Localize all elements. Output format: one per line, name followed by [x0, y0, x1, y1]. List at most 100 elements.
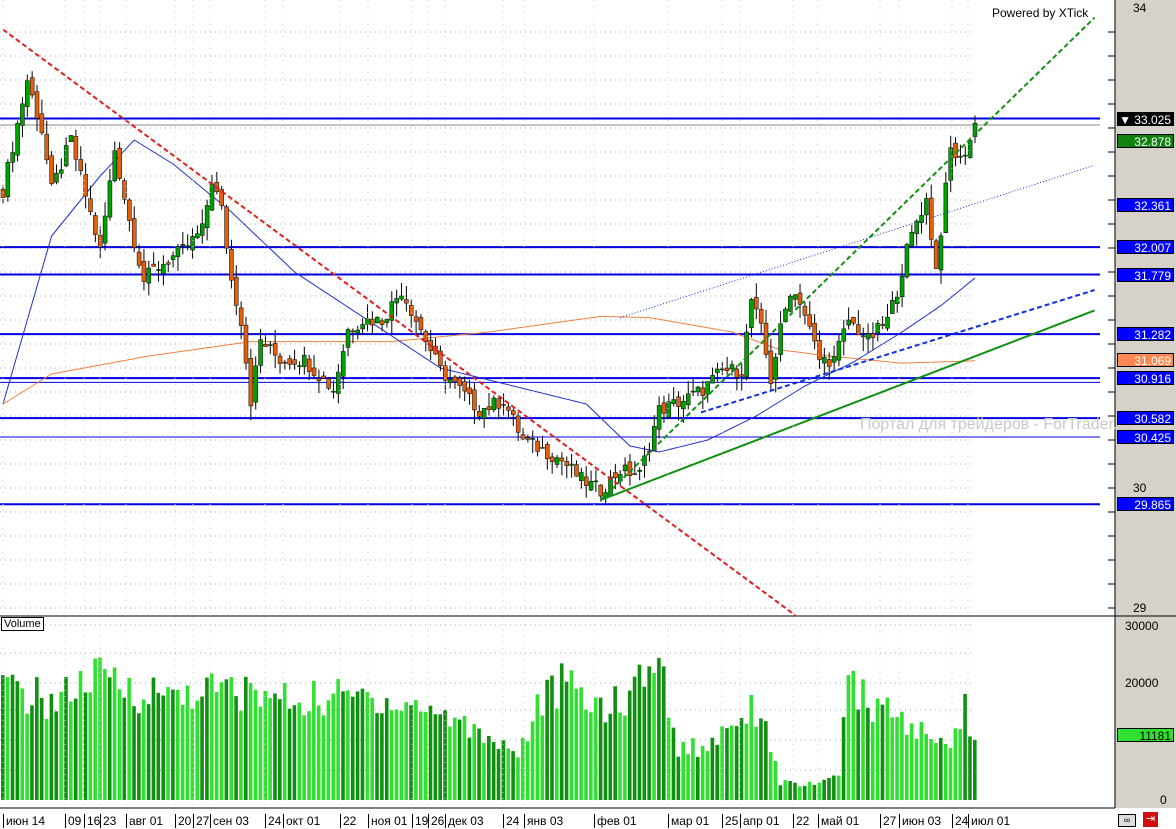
- candle-body: [204, 205, 210, 229]
- volume-bar: [545, 679, 549, 800]
- date-label: 27: [193, 814, 209, 828]
- candle-body: [102, 215, 108, 244]
- volume-bar: [875, 698, 880, 800]
- volume-bar: [219, 682, 224, 800]
- volume-bar: [934, 743, 938, 800]
- candle-body: [93, 215, 98, 235]
- volume-bar: [914, 738, 919, 800]
- candle-body: [292, 359, 297, 365]
- candle-body: [700, 387, 706, 396]
- candle-body: [457, 377, 463, 386]
- watermark: Портал для трейдеров - ForTrader.ru: [860, 416, 1132, 433]
- volume-bar: [739, 718, 744, 800]
- volume-bar: [44, 718, 49, 800]
- candle-body: [525, 437, 531, 440]
- candle-body: [817, 339, 822, 360]
- candle-body: [238, 307, 244, 326]
- volume-bar: [161, 695, 165, 800]
- candle-body: [209, 183, 215, 211]
- candle-body: [836, 340, 842, 361]
- volume-bar: [180, 704, 185, 800]
- volume-bar: [832, 775, 836, 800]
- volume-bar: [224, 679, 229, 800]
- date-label: май 01: [818, 814, 859, 828]
- volume-bar: [822, 779, 826, 800]
- candle-body: [374, 316, 380, 324]
- volume-bar: [297, 702, 302, 800]
- candle-body: [666, 401, 672, 418]
- volume-bar: [866, 707, 870, 800]
- volume-bar: [695, 756, 700, 800]
- volume-bar: [355, 691, 360, 800]
- candle-body: [5, 161, 11, 198]
- volume-bar: [861, 679, 865, 800]
- candle-body: [321, 375, 327, 379]
- volume-bar: [331, 693, 336, 800]
- volume-bar: [958, 729, 963, 800]
- candle-body: [350, 330, 356, 333]
- volume-bar: [846, 675, 851, 800]
- price-tick-29: 29: [1133, 601, 1147, 615]
- candle-body: [156, 269, 161, 271]
- volume-bar: [491, 742, 496, 800]
- link-icon[interactable]: ∞: [1118, 814, 1136, 827]
- candle-body: [909, 231, 915, 247]
- volume-bar: [312, 680, 316, 800]
- volume-bar: [768, 751, 773, 800]
- price-volume-chart[interactable]: [0, 0, 1176, 829]
- volume-bar: [705, 751, 710, 800]
- price-tick-34: 34: [1133, 1, 1147, 15]
- volume-bar: [248, 683, 253, 800]
- candle-body: [598, 484, 604, 497]
- candle-body: [661, 402, 667, 414]
- candle-body: [758, 309, 764, 324]
- candle-body: [10, 152, 15, 163]
- candle-body: [263, 344, 268, 347]
- volume-bar: [316, 705, 321, 800]
- candle-body: [686, 393, 691, 406]
- candle-body: [724, 367, 730, 371]
- volume-bar: [457, 719, 462, 800]
- volume-bar: [278, 699, 282, 800]
- candle-body: [530, 438, 535, 440]
- candle-body: [958, 155, 963, 158]
- volume-bar: [448, 726, 452, 800]
- volume-bar: [487, 735, 491, 800]
- date-label: 16: [84, 814, 100, 828]
- volume-bar: [477, 728, 481, 800]
- volume-bar: [122, 697, 127, 800]
- exit-icon[interactable]: ⇥: [1143, 812, 1158, 827]
- volume-bar: [384, 698, 389, 800]
- candle-body: [822, 356, 827, 364]
- candle-body: [49, 155, 54, 184]
- volume-bar: [773, 760, 778, 800]
- candle-body: [360, 324, 365, 330]
- candle-body: [302, 354, 307, 367]
- candle-body: [248, 358, 254, 407]
- volume-bar: [326, 700, 331, 800]
- volume-bar: [841, 717, 846, 800]
- candle-body: [20, 103, 25, 126]
- candle-body: [122, 180, 127, 200]
- candle-body: [268, 344, 273, 346]
- candle-body: [695, 386, 701, 393]
- volume-bar: [350, 696, 355, 800]
- date-label: 09: [65, 814, 81, 828]
- volume-bar: [516, 757, 520, 800]
- candle-body: [224, 206, 229, 249]
- candle-body: [802, 305, 808, 316]
- price-label: 30.425: [1117, 430, 1174, 445]
- volume-bar: [229, 677, 234, 800]
- candle-body: [899, 275, 905, 298]
- volume-bar: [39, 697, 44, 800]
- candle-body: [316, 378, 322, 381]
- price-label: 31.069: [1117, 352, 1174, 368]
- candle-body: [549, 456, 555, 462]
- candle-body: [579, 472, 584, 481]
- date-label: 19: [412, 814, 428, 828]
- candle-body: [29, 77, 35, 96]
- price-tick-30: 30: [1133, 481, 1147, 495]
- candle-body: [511, 410, 516, 415]
- candle-body: [404, 299, 409, 304]
- volume-current-label: 11181: [1117, 727, 1174, 743]
